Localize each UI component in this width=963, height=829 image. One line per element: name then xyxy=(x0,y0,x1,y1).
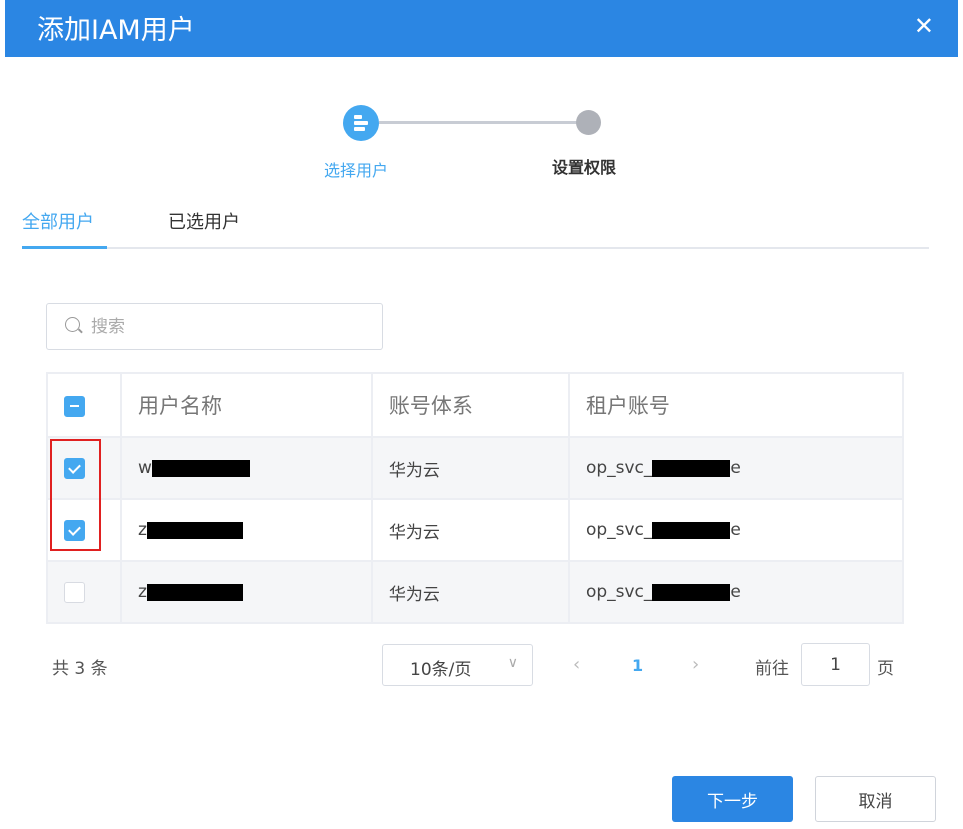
account-system: 华为云 xyxy=(370,498,570,562)
table-row[interactable]: z 华为云 op_svc_ e xyxy=(46,560,905,624)
tenant-account: op_svc_ xyxy=(585,520,653,540)
goto-label: 前往 xyxy=(755,659,789,679)
header-user-name: 用户名称 xyxy=(120,372,373,438)
row-checkbox[interactable] xyxy=(64,581,85,603)
select-all-checkbox[interactable] xyxy=(64,395,85,417)
table-row[interactable]: w 华为云 op_svc_ e xyxy=(46,436,905,500)
redaction xyxy=(652,583,731,601)
goto-page-input[interactable] xyxy=(801,643,870,686)
tab-selected-users[interactable]: 已选用户 xyxy=(168,208,240,234)
step-2-circle-icon xyxy=(576,110,601,135)
tenant-account-suffix: e xyxy=(730,458,741,478)
tab-divider xyxy=(22,247,929,249)
redaction xyxy=(652,521,731,539)
tab-active-indicator xyxy=(22,246,107,249)
tenant-account: op_svc_ xyxy=(585,458,653,478)
next-page-button[interactable]: › xyxy=(692,654,699,675)
header-tenant-account: 租户账号 xyxy=(567,372,905,438)
highlight-box xyxy=(50,439,101,551)
step-2-label: 设置权限 xyxy=(552,158,617,177)
page-size-value: 10条/页 xyxy=(410,660,472,680)
prev-page-button[interactable]: ‹ xyxy=(573,654,580,675)
total-count: 共 3 条 xyxy=(52,659,108,679)
search-box[interactable] xyxy=(46,303,383,350)
step-1-list-icon xyxy=(343,105,379,141)
account-system: 华为云 xyxy=(370,436,570,500)
user-name: z xyxy=(138,582,147,602)
tab-all-users[interactable]: 全部用户 xyxy=(22,208,94,234)
cancel-button[interactable]: 取消 xyxy=(815,776,936,822)
page-1-button[interactable]: 1 xyxy=(632,656,643,675)
redaction xyxy=(146,521,243,539)
page-size-select[interactable]: 10条/页 ∨ xyxy=(382,644,533,686)
user-name: w xyxy=(138,458,152,478)
table-header: 用户名称 账号体系 租户账号 xyxy=(46,372,905,438)
page-label: 页 xyxy=(877,659,894,679)
search-input[interactable] xyxy=(91,314,371,340)
search-icon xyxy=(65,317,80,332)
account-system: 华为云 xyxy=(370,560,570,624)
dialog-header: 添加IAM用户 ✕ xyxy=(5,0,958,57)
step-1-label: 选择用户 xyxy=(324,161,389,180)
close-icon[interactable]: ✕ xyxy=(914,12,934,40)
tenant-account-suffix: e xyxy=(730,582,741,602)
chevron-down-icon: ∨ xyxy=(507,655,518,671)
redaction xyxy=(151,459,250,477)
user-name: z xyxy=(138,520,147,540)
step-connector xyxy=(379,121,579,124)
header-account-system: 账号体系 xyxy=(370,372,570,438)
next-step-button[interactable]: 下一步 xyxy=(672,776,793,822)
redaction xyxy=(652,459,731,477)
table-row[interactable]: z 华为云 op_svc_ e xyxy=(46,498,905,562)
dialog-title: 添加IAM用户 xyxy=(37,15,195,46)
tenant-account-suffix: e xyxy=(730,520,741,540)
tenant-account: op_svc_ xyxy=(585,582,653,602)
users-table: 用户名称 账号体系 租户账号 w 华为云 op_svc_ e z 华为云 op_s… xyxy=(46,372,905,624)
redaction xyxy=(146,583,243,601)
